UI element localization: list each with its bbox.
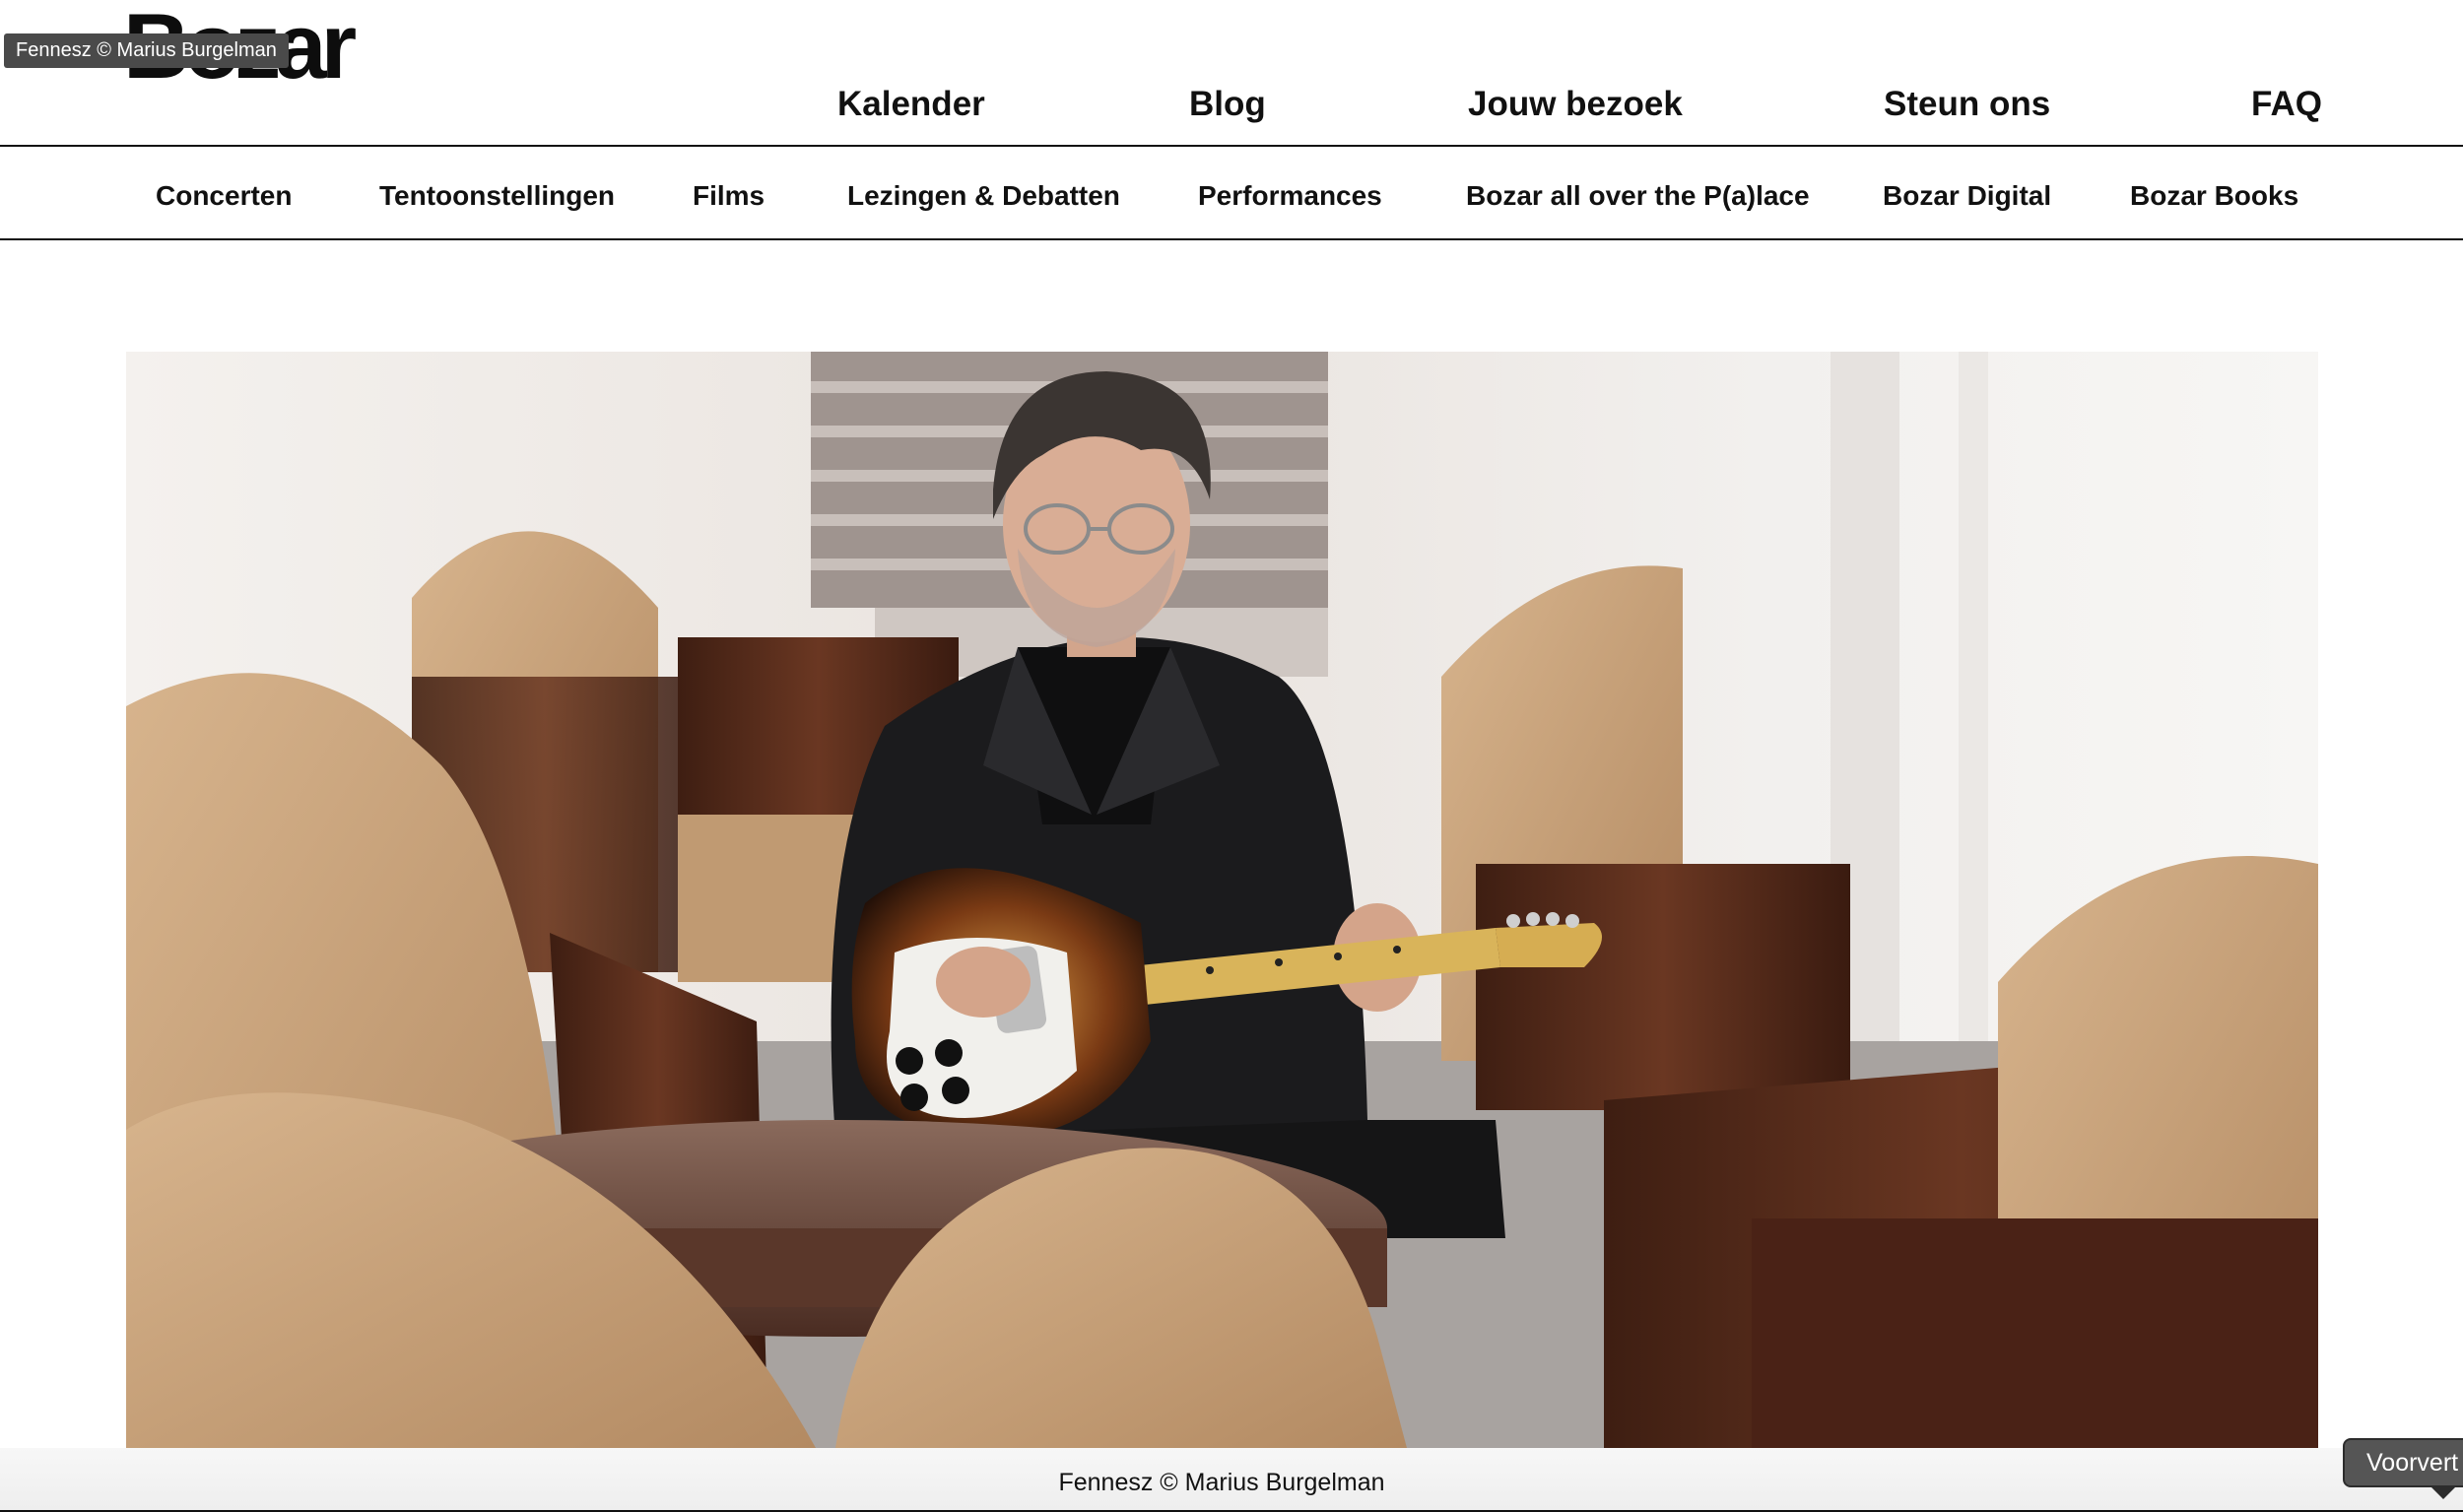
nav-kalender[interactable]: Kalender [837, 77, 985, 132]
hero-photo [126, 352, 2318, 1448]
image-title-tooltip: Fennesz © Marius Burgelman [4, 33, 289, 68]
corner-tooltip: Voorvert [2343, 1438, 2463, 1487]
category-bozar-books[interactable]: Bozar Books [2130, 147, 2298, 245]
corner-tooltip-arrow-icon [2430, 1485, 2457, 1499]
category-lezingen-debatten[interactable]: Lezingen & Debatten [847, 147, 1120, 245]
category-tentoonstellingen[interactable]: Tentoonstellingen [379, 147, 615, 245]
category-films[interactable]: Films [693, 147, 765, 245]
main-nav: Kalender Blog Jouw bezoek Steun ons FAQ [0, 77, 2463, 132]
hero-photo-caption: Fennesz © Marius Burgelman [1058, 1469, 1385, 1496]
site-header: Bozar Fennesz © Marius Burgelman Kalende… [0, 0, 2463, 147]
category-concerten[interactable]: Concerten [156, 147, 292, 245]
nav-jouw-bezoek[interactable]: Jouw bezoek [1468, 77, 1683, 132]
category-performances[interactable]: Performances [1198, 147, 1382, 245]
nav-faq[interactable]: FAQ [2251, 77, 2322, 132]
nav-steun-ons[interactable]: Steun ons [1884, 77, 2050, 132]
page: Bozar Fennesz © Marius Burgelman Kalende… [0, 0, 2463, 1512]
category-bozar-all-over-the-palace[interactable]: Bozar all over the P(a)lace [1466, 147, 1810, 245]
nav-blog[interactable]: Blog [1189, 77, 1266, 132]
category-nav: Concerten Tentoonstellingen Films Lezing… [0, 147, 2463, 240]
category-bozar-digital[interactable]: Bozar Digital [1883, 147, 2051, 245]
hero-photo-illustration [126, 352, 2318, 1448]
